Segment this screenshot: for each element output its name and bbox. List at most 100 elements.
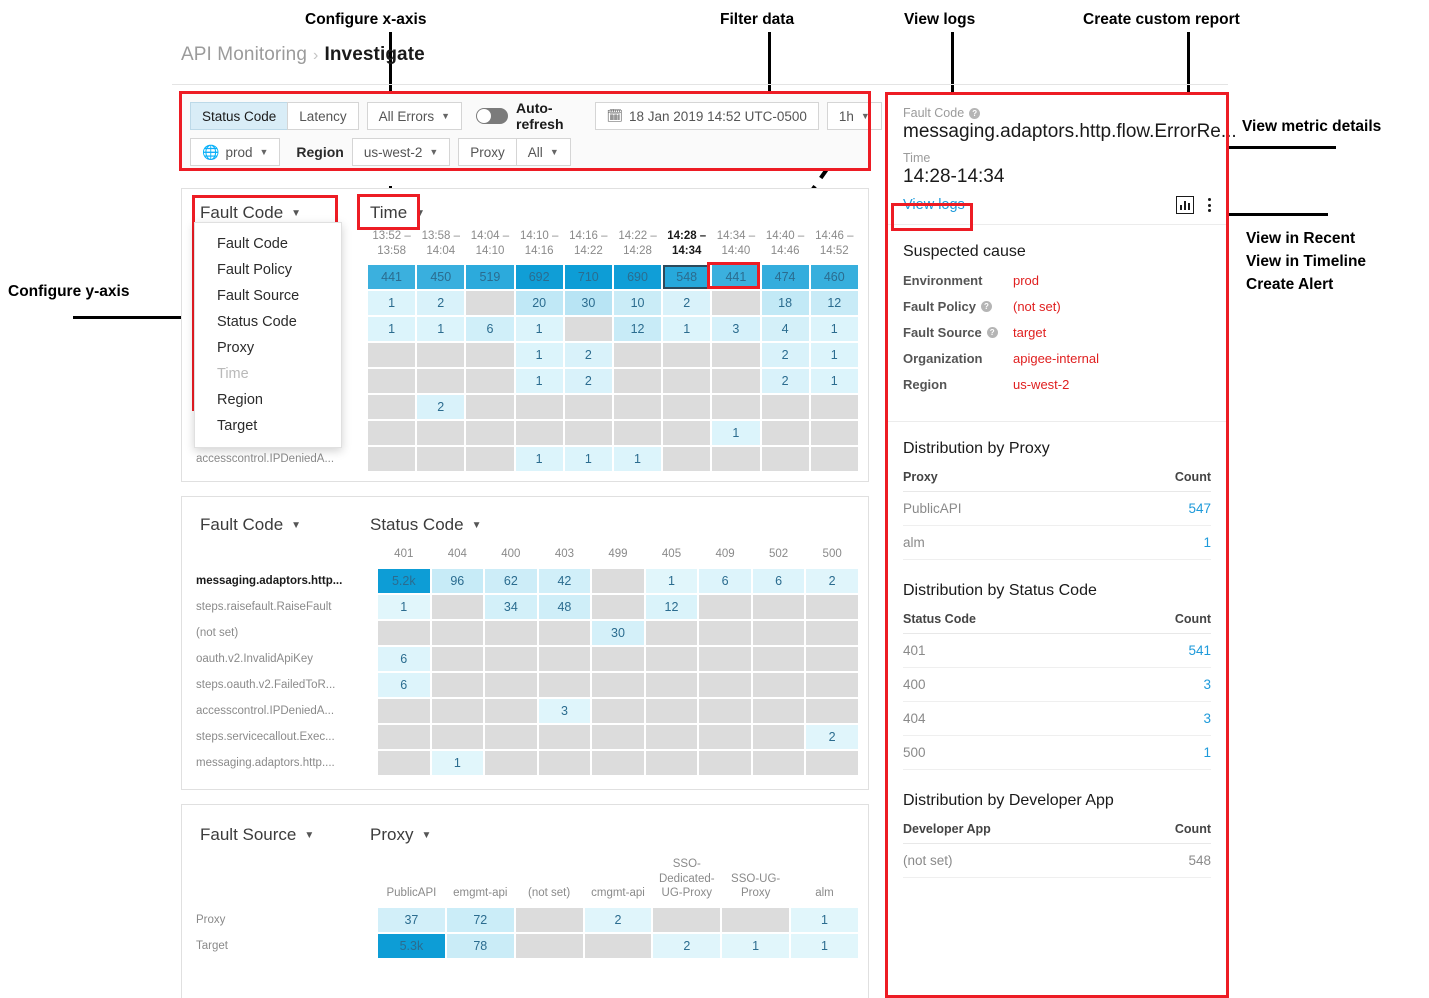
distribution-row[interactable]: 500 1 bbox=[903, 736, 1211, 770]
dropdown-item-region[interactable]: Region bbox=[195, 387, 341, 413]
heatmap-cell[interactable] bbox=[722, 908, 790, 933]
heatmap-cell[interactable] bbox=[466, 447, 514, 472]
heatmap-cell[interactable]: 1 bbox=[431, 750, 484, 775]
heatmap-cell[interactable] bbox=[752, 698, 805, 723]
distribution-row[interactable]: PublicAPI 547 bbox=[903, 492, 1211, 526]
heatmap-cell[interactable] bbox=[466, 395, 514, 420]
heatmap-cell[interactable]: 2 bbox=[761, 343, 809, 368]
column-header[interactable]: 14:16 –14:22 bbox=[565, 229, 612, 263]
heatmap-cell[interactable]: 6 bbox=[699, 568, 751, 593]
heatmap-cell[interactable] bbox=[515, 908, 583, 933]
column-header[interactable]: (not set) bbox=[516, 857, 583, 906]
heatmap-cell[interactable]: 3 bbox=[712, 317, 760, 342]
heatmap-cell[interactable] bbox=[699, 620, 751, 645]
heatmap-cell[interactable] bbox=[417, 447, 465, 472]
heatmap-cell[interactable] bbox=[538, 724, 591, 749]
column-header[interactable]: SSO-UG- Proxy bbox=[722, 857, 789, 906]
heatmap-cell[interactable] bbox=[613, 395, 662, 420]
column-header[interactable]: SSO- Dedicated- UG-Proxy bbox=[653, 857, 720, 906]
heatmap-cell[interactable]: 1 bbox=[810, 343, 858, 368]
heatmap-cell[interactable] bbox=[810, 447, 858, 472]
row-label[interactable]: steps.servicecallout.Exec... bbox=[196, 725, 376, 749]
heatmap-cell[interactable] bbox=[538, 750, 591, 775]
heatmap-cell[interactable]: 2 bbox=[417, 291, 465, 316]
heatmap-cell[interactable] bbox=[417, 421, 465, 446]
dropdown-item-target[interactable]: Target bbox=[195, 413, 341, 439]
more-vertical-icon[interactable] bbox=[1208, 198, 1211, 212]
help-icon[interactable]: ? bbox=[969, 107, 981, 119]
heatmap-cell[interactable] bbox=[431, 620, 484, 645]
heatmap-cell[interactable] bbox=[712, 447, 760, 472]
heatmap-cell[interactable] bbox=[752, 750, 805, 775]
heatmap-cell[interactable]: 2 bbox=[761, 369, 809, 394]
heatmap-cell[interactable] bbox=[592, 698, 644, 723]
heatmap-cell[interactable] bbox=[515, 421, 563, 446]
help-icon[interactable]: ? bbox=[980, 301, 992, 312]
heatmap-cell[interactable] bbox=[699, 646, 751, 671]
heatmap-cell[interactable]: 72 bbox=[446, 908, 514, 933]
proxy-dropdown[interactable]: All ▼ bbox=[515, 138, 571, 166]
heatmap-cell[interactable]: 1 bbox=[810, 369, 858, 394]
heatmap-cell[interactable] bbox=[431, 724, 484, 749]
heatmap-cell[interactable] bbox=[663, 395, 711, 420]
row-label[interactable]: accesscontrol.IPDeniedA... bbox=[196, 447, 366, 471]
row-label[interactable]: messaging.adaptors.http... bbox=[196, 569, 376, 593]
heatmap-cell[interactable]: 474 bbox=[761, 265, 809, 290]
column-header[interactable]: 409 bbox=[699, 547, 751, 567]
column-header[interactable]: 14:46 –14:52 bbox=[811, 229, 858, 263]
heatmap-cell[interactable]: 12 bbox=[613, 317, 662, 342]
distribution-row-count[interactable]: 541 bbox=[1188, 643, 1211, 658]
heatmap-cell[interactable] bbox=[378, 698, 430, 723]
y-axis-selector-3[interactable]: Fault Source ▼ bbox=[200, 825, 370, 845]
environment-dropdown[interactable]: 🌐 prod ▼ bbox=[190, 138, 281, 166]
heatmap-cell[interactable]: 2 bbox=[806, 724, 858, 749]
heatmap-cell[interactable]: 441 bbox=[368, 265, 416, 290]
heatmap-cell[interactable] bbox=[752, 724, 805, 749]
heatmap-cell[interactable] bbox=[761, 421, 809, 446]
heatmap-cell[interactable] bbox=[761, 447, 809, 472]
heatmap-cell[interactable]: 12 bbox=[645, 594, 698, 619]
heatmap-cell[interactable] bbox=[712, 395, 760, 420]
heatmap-cell[interactable]: 4 bbox=[761, 317, 809, 342]
heatmap-cell[interactable] bbox=[663, 369, 711, 394]
dropdown-item-proxy[interactable]: Proxy bbox=[195, 335, 341, 361]
row-label[interactable]: messaging.adaptors.http.... bbox=[196, 751, 376, 775]
column-header[interactable]: 403 bbox=[539, 547, 591, 567]
heatmap-cell[interactable] bbox=[592, 724, 644, 749]
distribution-row[interactable]: 400 3 bbox=[903, 668, 1211, 702]
heatmap-cell[interactable] bbox=[645, 646, 698, 671]
heatmap-cell[interactable] bbox=[810, 395, 858, 420]
y-axis-selector-1[interactable]: Fault Code ▼ bbox=[200, 203, 370, 223]
x-axis-selector-3[interactable]: Proxy ▼ bbox=[370, 825, 431, 845]
heatmap-cell[interactable] bbox=[806, 594, 858, 619]
heatmap-cell[interactable] bbox=[645, 750, 698, 775]
heatmap-cell[interactable] bbox=[752, 646, 805, 671]
heatmap-cell[interactable]: 2 bbox=[653, 934, 721, 959]
heatmap-cell[interactable]: 2 bbox=[663, 291, 711, 316]
heatmap-cell[interactable] bbox=[592, 672, 644, 697]
heatmap-cell[interactable]: 519 bbox=[466, 265, 514, 290]
heatmap-cell[interactable]: 34 bbox=[485, 594, 537, 619]
heatmap-cell[interactable]: 2 bbox=[564, 369, 612, 394]
heatmap-cell[interactable]: 1 bbox=[417, 317, 465, 342]
heatmap-cell[interactable] bbox=[466, 291, 514, 316]
heatmap-cell[interactable]: 460 bbox=[810, 265, 858, 290]
heatmap-cell[interactable]: 2 bbox=[417, 395, 465, 420]
heatmap-cell[interactable]: 1 bbox=[791, 934, 858, 959]
heatmap-cell[interactable] bbox=[466, 421, 514, 446]
heatmap-cell[interactable] bbox=[431, 698, 484, 723]
heatmap-cell[interactable] bbox=[417, 343, 465, 368]
y-axis-dropdown-menu[interactable]: Fault Code Fault Policy Fault Source Status… bbox=[194, 222, 342, 448]
distribution-row-count[interactable]: 1 bbox=[1203, 745, 1211, 760]
column-header[interactable]: alm bbox=[791, 857, 858, 906]
dropdown-item-fault-policy[interactable]: Fault Policy bbox=[195, 257, 341, 283]
heatmap-cell[interactable] bbox=[485, 750, 537, 775]
region-dropdown[interactable]: us-west-2 ▼ bbox=[351, 138, 451, 166]
heatmap-cell[interactable] bbox=[653, 908, 721, 933]
column-header[interactable]: 404 bbox=[432, 547, 484, 567]
heatmap-cell[interactable]: 1 bbox=[515, 317, 563, 342]
distribution-row-count[interactable]: 547 bbox=[1188, 501, 1211, 516]
heatmap-cell[interactable] bbox=[712, 369, 760, 394]
view-logs-link[interactable]: View logs bbox=[903, 197, 965, 213]
heatmap-cell[interactable] bbox=[466, 369, 514, 394]
